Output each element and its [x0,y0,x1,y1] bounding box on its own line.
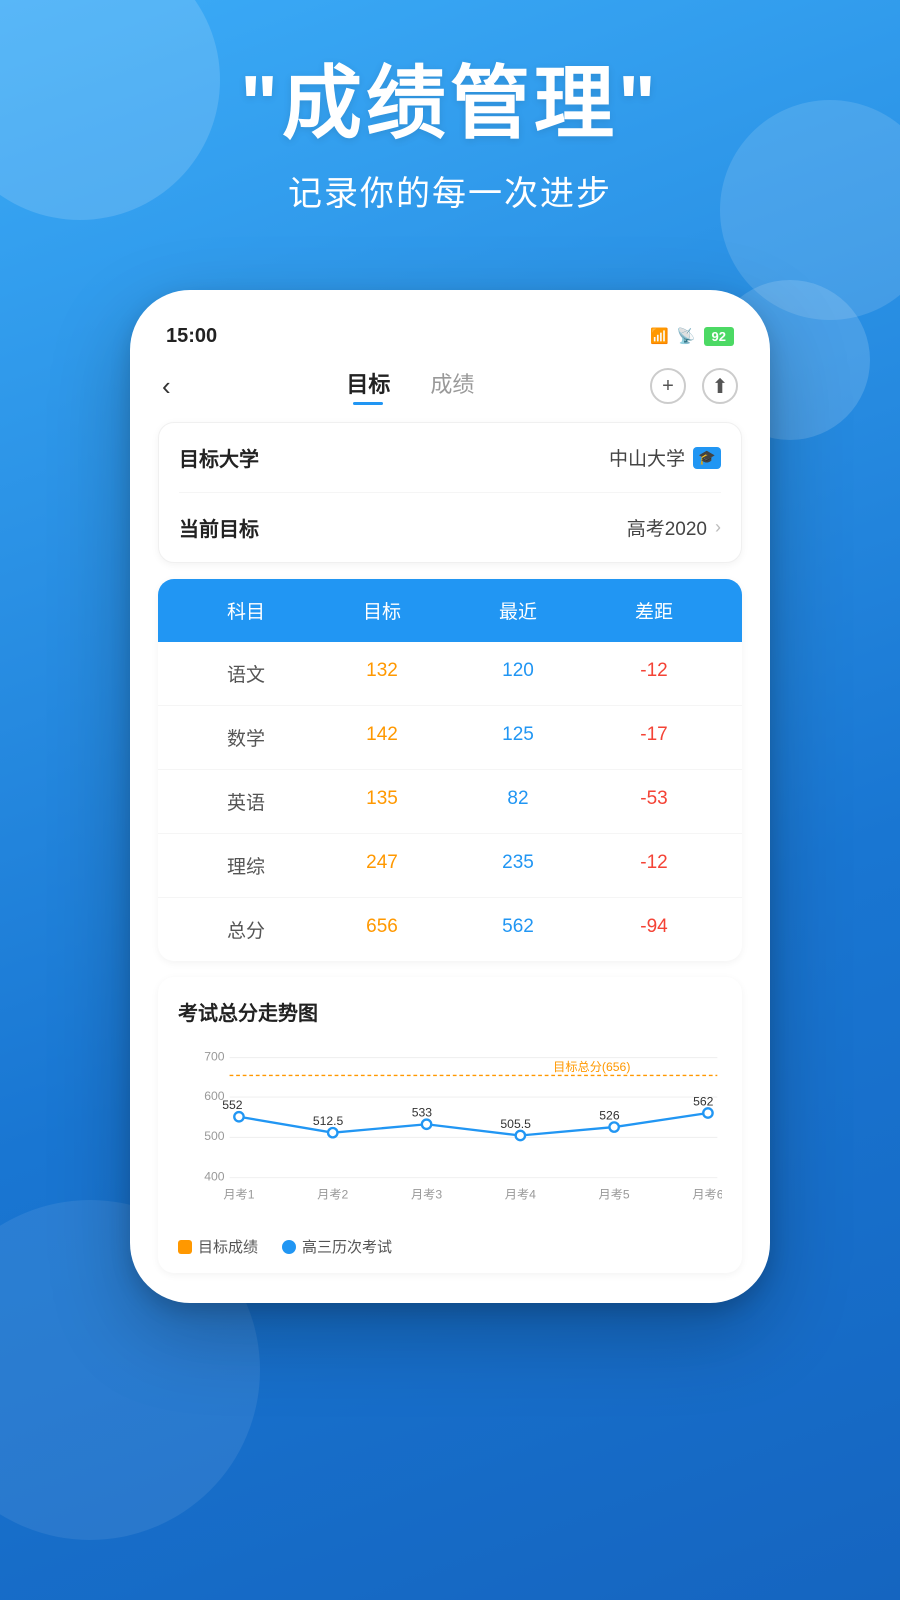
goal-text: 高考2020 [627,514,707,541]
th-diff: 差距 [586,597,722,624]
svg-text:500: 500 [204,1129,225,1143]
td-recent: 235 [450,852,586,879]
td-recent: 82 [450,788,586,815]
svg-text:552: 552 [222,1098,243,1112]
td-recent: 125 [450,724,586,751]
td-diff: -12 [586,852,722,879]
goal-value: 高考2020 › [627,514,721,541]
chart-title: 考试总分走势图 [178,997,722,1026]
phone-frame: 15:00 📶 📡 92 ‹ 目标 成绩 + ⬆ 目标大 [130,290,770,1303]
nav-bar: ‹ 目标 成绩 + ⬆ [130,358,770,414]
th-target: 目标 [314,597,450,624]
hero-subtitle: 记录你的每一次进步 [0,166,900,215]
status-time: 15:00 [166,325,217,348]
table-row: 英语 135 82 -53 [158,770,742,834]
content-area: 目标大学 中山大学 🎓 当前目标 高考2020 › 科目 [130,422,770,1273]
nav-actions: + ⬆ [650,368,738,404]
chart-card: 考试总分走势图 700 600 500 400 [158,977,742,1273]
svg-text:月考1: 月考1 [223,1187,254,1201]
university-row: 目标大学 中山大学 🎓 [179,423,721,493]
score-table: 科目 目标 最近 差距 语文 132 120 -12 数学 142 125 -1… [158,579,742,961]
wifi-icon: 📡 [677,327,696,345]
table-header: 科目 目标 最近 差距 [158,579,742,642]
university-label: 目标大学 [179,443,259,472]
tab-target[interactable]: 目标 [346,367,390,405]
battery-icon: 92 [704,327,734,346]
td-target: 656 [314,916,450,943]
td-diff: -17 [586,724,722,751]
status-icons: 📶 📡 92 [650,327,734,346]
legend-history: 高三历次考试 [282,1236,392,1257]
td-subject: 数学 [178,724,314,751]
svg-text:月考3: 月考3 [411,1187,442,1201]
svg-text:526: 526 [599,1109,620,1123]
goal-label: 当前目标 [179,513,259,542]
chart-area: 700 600 500 400 目标总分(656) [178,1038,722,1218]
table-row: 数学 142 125 -17 [158,706,742,770]
table-row: 语文 132 120 -12 [158,642,742,706]
th-subject: 科目 [178,597,314,624]
legend-target-label: 目标成绩 [198,1236,258,1257]
legend-history-label: 高三历次考试 [302,1236,392,1257]
chart-svg: 700 600 500 400 目标总分(656) [178,1038,722,1218]
goal-row[interactable]: 当前目标 高考2020 › [179,493,721,562]
share-button[interactable]: ⬆ [702,368,738,404]
td-target: 132 [314,660,450,687]
td-target: 142 [314,724,450,751]
svg-text:562: 562 [693,1094,714,1108]
chevron-right-icon: › [715,517,721,538]
svg-text:月考2: 月考2 [317,1187,348,1201]
info-card: 目标大学 中山大学 🎓 当前目标 高考2020 › [158,422,742,563]
status-bar: 15:00 📶 📡 92 [130,314,770,358]
legend-target-dot [178,1240,192,1254]
td-diff: -53 [586,788,722,815]
nav-tabs: 目标 成绩 [346,367,474,405]
svg-text:月考4: 月考4 [505,1187,536,1201]
chart-legend: 目标成绩 高三历次考试 [178,1228,722,1257]
university-name: 中山大学 [609,444,685,471]
svg-text:目标总分(656): 目标总分(656) [553,1060,630,1074]
td-subject: 总分 [178,916,314,943]
svg-text:512.5: 512.5 [313,1114,344,1128]
school-icon: 🎓 [693,447,721,469]
svg-text:505.5: 505.5 [500,1117,531,1131]
legend-history-dot [282,1240,296,1254]
td-subject: 语文 [178,660,314,687]
table-rows: 语文 132 120 -12 数学 142 125 -17 英语 135 82 … [158,642,742,961]
hero-section: "成绩管理" 记录你的每一次进步 [0,60,900,215]
phone-mockup: 15:00 📶 📡 92 ‹ 目标 成绩 + ⬆ 目标大 [130,290,770,1303]
table-row: 总分 656 562 -94 [158,898,742,961]
td-target: 247 [314,852,450,879]
td-diff: -94 [586,916,722,943]
td-subject: 理综 [178,852,314,879]
svg-text:400: 400 [204,1170,225,1184]
signal-icon: 📶 [650,327,669,345]
td-recent: 120 [450,660,586,687]
th-recent: 最近 [450,597,586,624]
university-value: 中山大学 🎓 [609,444,721,471]
svg-text:月考5: 月考5 [599,1187,630,1201]
back-button[interactable]: ‹ [162,371,171,402]
legend-target: 目标成绩 [178,1236,258,1257]
add-button[interactable]: + [650,368,686,404]
table-row: 理综 247 235 -12 [158,834,742,898]
hero-title: "成绩管理" [0,60,900,148]
tab-score[interactable]: 成绩 [430,367,474,405]
td-recent: 562 [450,916,586,943]
td-target: 135 [314,788,450,815]
td-subject: 英语 [178,788,314,815]
svg-text:月考6: 月考6 [692,1187,722,1201]
td-diff: -12 [586,660,722,687]
svg-text:533: 533 [412,1106,433,1120]
svg-text:700: 700 [204,1049,225,1063]
